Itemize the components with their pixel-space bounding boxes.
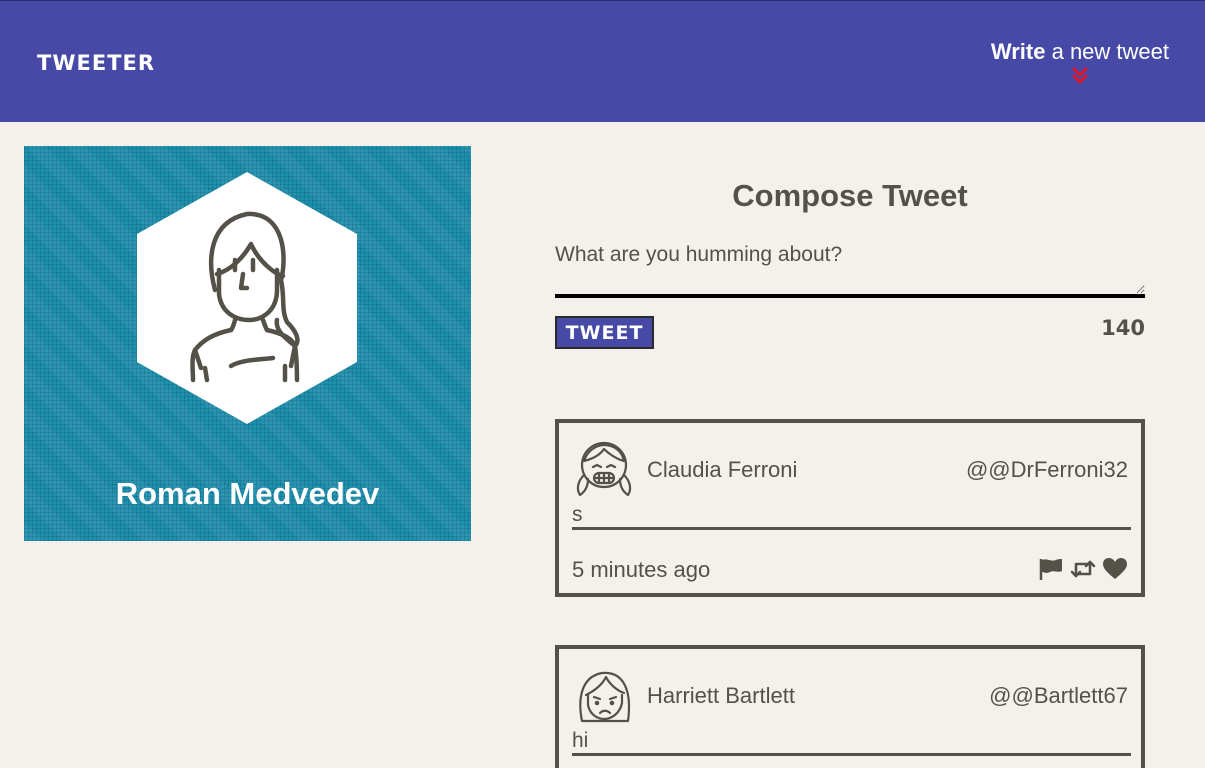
double-chevron-down-icon[interactable]: [1071, 67, 1089, 85]
heart-icon[interactable]: [1102, 557, 1128, 581]
tweet-input[interactable]: [555, 237, 1145, 298]
flag-icon[interactable]: [1038, 557, 1064, 581]
tweet-author-handle[interactable]: @@Bartlett67: [989, 683, 1128, 709]
profile-card: Roman Medvedev: [24, 146, 471, 541]
person-avatar-icon: [137, 172, 357, 424]
write-tweet-label[interactable]: Write a new tweet: [991, 39, 1169, 65]
girl-laughing-avatar-icon: [576, 441, 632, 497]
tweet-actions: [1038, 556, 1128, 582]
tweet-author-name[interactable]: Claudia Ferroni: [647, 457, 797, 483]
tweet-card: Harriett Bartlett @@Bartlett67 hi: [555, 645, 1145, 768]
compose-title: Compose Tweet: [732, 178, 968, 213]
compose-actions: TWEET 140: [555, 314, 1145, 354]
tweet-text: hi: [572, 729, 1131, 756]
write-tweet-label-rest: a new tweet: [1045, 39, 1169, 64]
woman-frowning-avatar-icon: [579, 671, 630, 723]
tweet-button[interactable]: TWEET: [555, 316, 654, 349]
retweet-icon[interactable]: [1070, 557, 1096, 581]
char-counter: 140: [1101, 316, 1145, 340]
tweet-author-name[interactable]: Harriett Bartlett: [647, 683, 795, 709]
write-tweet-toggle[interactable]: Write a new tweet: [991, 39, 1169, 85]
tweet-timestamp: 5 minutes ago: [572, 557, 711, 582]
tweet-card: Claudia Ferroni @@DrFerroni32 s 5 minute…: [555, 419, 1145, 597]
tweet-text: s: [572, 503, 1131, 530]
tweet-author-handle[interactable]: @@DrFerroni32: [966, 457, 1128, 483]
write-tweet-label-strong: Write: [990, 39, 1046, 64]
compose-panel: Compose Tweet TWEET 140: [555, 170, 1145, 354]
profile-name: Roman Medvedev: [115, 476, 380, 511]
app-logo[interactable]: TWEETER: [37, 51, 155, 75]
top-nav: TWEETER Write a new tweet: [0, 0, 1205, 122]
